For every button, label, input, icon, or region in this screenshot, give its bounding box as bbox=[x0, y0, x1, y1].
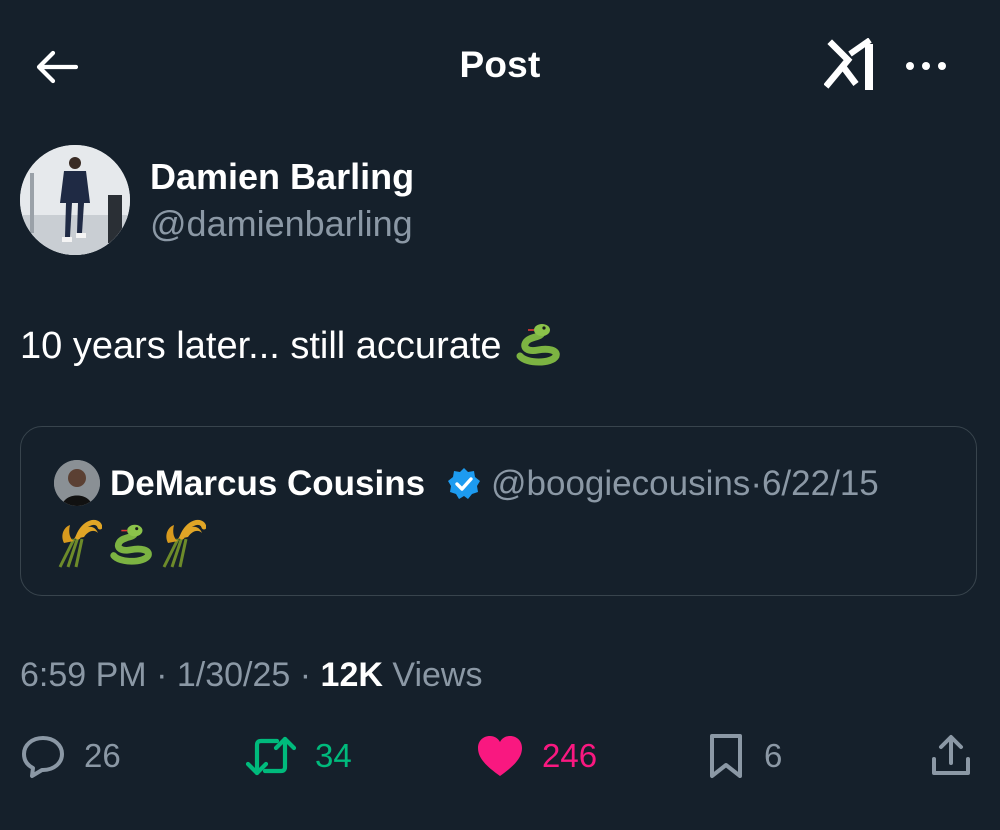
post-text: 10 years later... still accurate bbox=[20, 322, 562, 376]
quoted-author-handle: @boogiecousins bbox=[491, 464, 751, 503]
post-date[interactable]: 1/30/25 bbox=[177, 656, 290, 694]
verified-badge-icon bbox=[448, 468, 480, 499]
repost-count: 34 bbox=[315, 737, 352, 774]
post-screen: Post Damien Barling @damienbarling 10 ye… bbox=[0, 0, 1000, 830]
author-avatar[interactable] bbox=[20, 145, 130, 255]
more-options-button[interactable] bbox=[902, 50, 950, 82]
snake-emoji bbox=[512, 322, 562, 376]
top-bar: Post bbox=[0, 0, 1000, 130]
share-icon bbox=[932, 735, 970, 775]
meta-separator: · bbox=[750, 464, 762, 503]
repost-button[interactable]: 34 bbox=[245, 726, 352, 786]
quoted-post-card[interactable]: DeMarcus Cousins @boogiecousins·6/22/15 bbox=[20, 426, 977, 596]
post-meta: 6:59 PM · 1/30/25 · 12K Views bbox=[20, 656, 482, 695]
quoted-post-text bbox=[54, 519, 206, 569]
quoted-author-name: DeMarcus Cousins bbox=[110, 464, 426, 503]
post-text-content: 10 years later... still accurate bbox=[20, 325, 502, 367]
share-button[interactable] bbox=[928, 726, 974, 786]
meta-separator: · bbox=[156, 656, 168, 694]
quoted-author-avatar bbox=[54, 460, 100, 506]
author-handle[interactable]: @damienbarling bbox=[150, 203, 413, 245]
quoted-meta: @boogiecousins·6/22/15 bbox=[491, 464, 879, 504]
repost-icon bbox=[245, 736, 297, 776]
avatar-photo bbox=[20, 145, 130, 255]
grok-icon bbox=[823, 37, 873, 90]
reply-button[interactable]: 26 bbox=[20, 726, 121, 786]
views-label[interactable]: Views bbox=[392, 656, 482, 694]
like-button[interactable]: 246 bbox=[476, 726, 597, 786]
sheaf-of-rice-emoji bbox=[58, 519, 102, 568]
author-name[interactable]: Damien Barling bbox=[150, 156, 414, 198]
quoted-date: 6/22/15 bbox=[761, 464, 879, 503]
sheaf-of-rice-emoji bbox=[162, 519, 206, 568]
bookmark-icon bbox=[710, 734, 742, 778]
grok-button[interactable] bbox=[823, 37, 880, 96]
bookmark-count: 6 bbox=[764, 737, 783, 774]
post-time[interactable]: 6:59 PM bbox=[20, 656, 147, 694]
more-horizontal-icon bbox=[906, 62, 946, 70]
bookmark-button[interactable]: 6 bbox=[706, 726, 782, 786]
reply-icon bbox=[22, 736, 64, 778]
snake-emoji bbox=[110, 524, 152, 565]
heart-icon bbox=[478, 736, 522, 776]
like-count: 246 bbox=[542, 737, 598, 774]
meta-separator: · bbox=[299, 656, 312, 694]
reply-count: 26 bbox=[84, 737, 121, 774]
views-count[interactable]: 12K bbox=[321, 656, 383, 694]
